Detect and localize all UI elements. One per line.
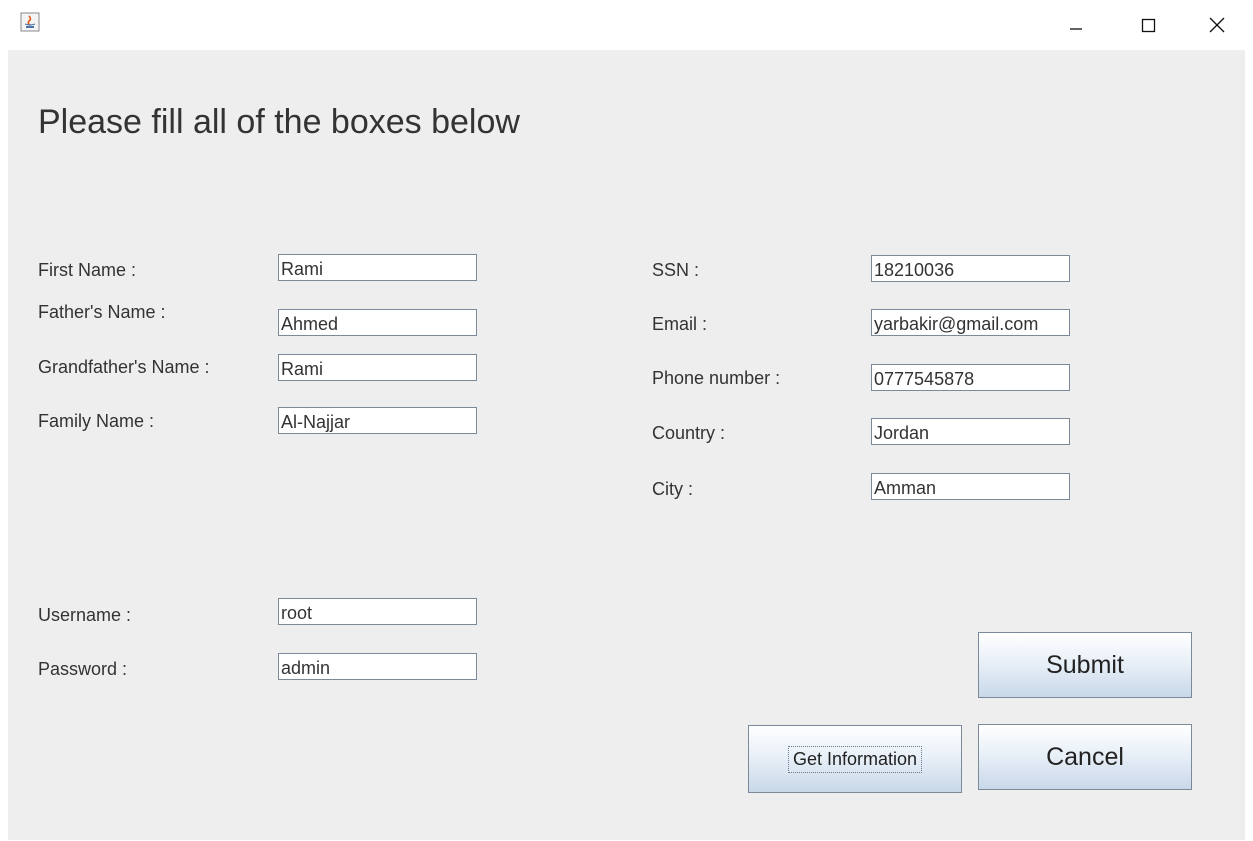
family-name-field[interactable]: Al-Najjar xyxy=(278,407,477,434)
ssn-label: SSN : xyxy=(652,260,700,280)
phone-number-field[interactable]: 0777545878 xyxy=(871,364,1070,391)
cancel-button[interactable]: Cancel xyxy=(978,724,1192,790)
password-label: Password : xyxy=(38,659,128,679)
family-name-label: Family Name : xyxy=(38,411,155,431)
fathers-name-label: Father's Name : xyxy=(38,302,166,322)
maximize-button[interactable] xyxy=(1125,7,1171,43)
email-field[interactable]: yarbakir@gmail.com xyxy=(871,309,1070,336)
country-label: Country : xyxy=(652,423,726,443)
country-field[interactable]: Jordan xyxy=(871,418,1070,445)
first-name-label: First Name : xyxy=(38,260,137,280)
email-label: Email : xyxy=(652,314,708,334)
username-label: Username : xyxy=(38,605,132,625)
java-app-icon xyxy=(20,12,40,32)
city-label: City : xyxy=(652,479,694,499)
city-field[interactable]: Amman xyxy=(871,473,1070,500)
phone-number-label: Phone number : xyxy=(652,368,781,388)
maximize-icon xyxy=(1141,18,1156,33)
password-field[interactable]: admin xyxy=(278,653,477,680)
page-title: Please fill all of the boxes below xyxy=(38,103,520,141)
fathers-name-field[interactable]: Ahmed xyxy=(278,309,477,336)
username-field[interactable]: root xyxy=(278,598,477,625)
ssn-field[interactable]: 18210036 xyxy=(871,255,1070,282)
close-icon xyxy=(1209,17,1225,33)
get-information-label: Get Information xyxy=(787,745,923,773)
title-bar xyxy=(0,0,1253,50)
minimize-button[interactable] xyxy=(1053,7,1099,43)
grandfathers-name-label: Grandfather's Name : xyxy=(38,357,210,377)
minimize-icon xyxy=(1070,28,1082,30)
grandfathers-name-field[interactable]: Rami xyxy=(278,354,477,381)
get-information-button[interactable]: Get Information xyxy=(748,725,962,793)
first-name-field[interactable]: Rami xyxy=(278,254,477,281)
close-button[interactable] xyxy=(1194,7,1240,43)
submit-button[interactable]: Submit xyxy=(978,632,1192,698)
form-panel: Please fill all of the boxes below First… xyxy=(8,50,1245,840)
